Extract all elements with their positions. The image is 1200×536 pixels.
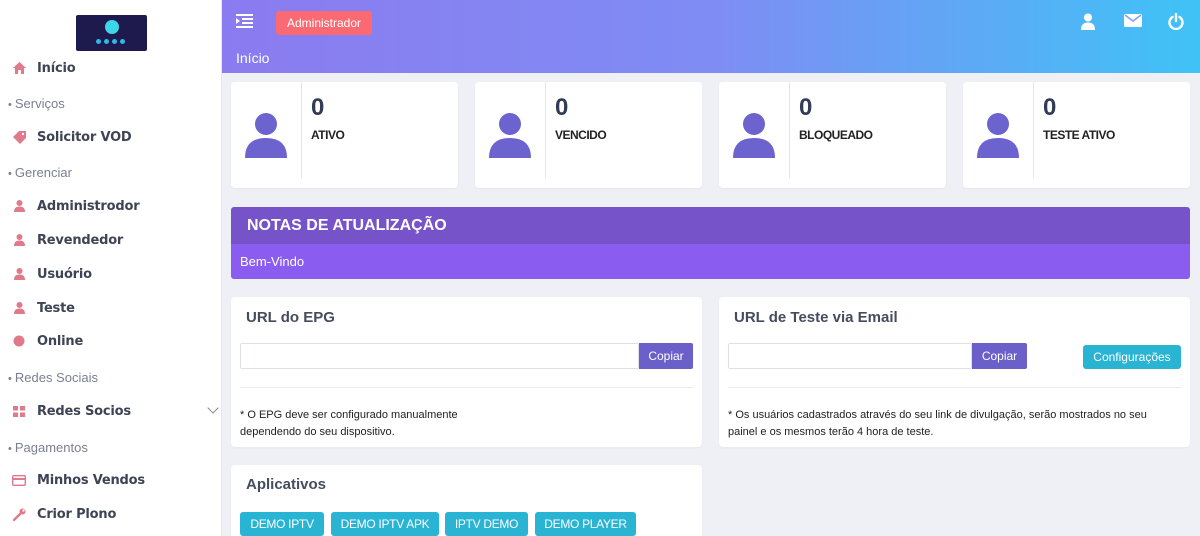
user-icon [12, 233, 26, 247]
chevron-down-icon[interactable] [207, 402, 219, 414]
sidebar-item-label: Solicitor VOD [37, 129, 132, 145]
note-line: * O EPG deve ser configurado manualmente [240, 409, 458, 421]
stat-value: 0 [799, 94, 813, 121]
breadcrumb: Início [236, 50, 270, 66]
sidebar-item-label: Administrodor [37, 198, 140, 214]
stat-card-ativo: 0 ATIVO [231, 82, 458, 188]
sidebar-item-administrador[interactable]: Administrodor [12, 194, 140, 218]
wrench-icon [12, 507, 26, 521]
stat-value: 0 [311, 94, 325, 121]
sidebar-item-label: Online [37, 333, 84, 349]
copy-email-url-button[interactable]: Copiar [972, 343, 1027, 369]
user-icon [12, 199, 26, 213]
sidebar-item-label: Minhos Vendos [37, 472, 145, 488]
user-profile-icon[interactable] [1080, 13, 1098, 31]
power-icon[interactable] [1168, 12, 1186, 31]
tag-icon [12, 130, 26, 144]
grid-icon [12, 404, 26, 418]
circle-icon [12, 334, 26, 348]
update-notes-body: Bem-Vindo [231, 244, 1190, 279]
user-icon [12, 267, 26, 281]
mail-icon[interactable] [1124, 13, 1142, 31]
stat-label: BLOQUEADO [799, 128, 873, 142]
stat-label: TESTE ATIVO [1043, 128, 1115, 142]
note-line: * Os usuários cadastrados através do seu… [728, 409, 1147, 421]
sidebar-item-label: Teste [37, 300, 75, 316]
sidebar-section-pagamentos: Pagamentos [8, 440, 88, 455]
sidebar-item-redes-sociais[interactable]: Redes Socios [12, 399, 219, 423]
stat-label: VENCIDO [555, 128, 607, 142]
epg-note: * O EPG deve ser configurado manualmente… [240, 407, 458, 441]
epg-url-input[interactable] [240, 343, 639, 369]
sidebar: Início Serviços Solicitor VOD Gerenciar … [0, 0, 222, 536]
demo-iptv-button[interactable]: DEMO IPTV [240, 512, 324, 536]
configuracoes-button[interactable]: Configurações [1083, 345, 1181, 369]
administrador-button[interactable]: Administrador [276, 11, 372, 35]
card-title: URL de Teste via Email [734, 309, 898, 326]
sidebar-section-redes-sociais: Redes Sociais [8, 370, 98, 385]
user-avatar-icon [489, 112, 531, 158]
email-test-url-card: URL de Teste via Email Copiar Configuraç… [719, 297, 1190, 447]
sidebar-item-inicio[interactable]: Início [12, 56, 76, 80]
sidebar-item-revendedor[interactable]: Revendedor [12, 228, 123, 252]
email-test-note: * Os usuários cadastrados através do seu… [728, 407, 1147, 441]
epg-url-card: URL do EPG Copiar * O EPG deve ser confi… [231, 297, 702, 447]
copy-epg-button[interactable]: Copiar [639, 343, 693, 369]
sidebar-item-solicitar-vod[interactable]: Solicitor VOD [12, 125, 132, 149]
sidebar-section-servicos: Serviços [8, 96, 65, 111]
stat-card-vencido: 0 VENCIDO [475, 82, 702, 188]
sidebar-item-label: Redes Socios [37, 403, 131, 419]
top-header: Administrador Início [222, 0, 1200, 73]
update-notes-panel: NOTAS DE ATUALIZAÇÃO Bem-Vindo [231, 207, 1190, 279]
sidebar-item-usuario[interactable]: Usuório [12, 262, 92, 286]
sidebar-item-minhas-vendas[interactable]: Minhos Vendos [12, 468, 145, 492]
sidebar-item-teste[interactable]: Teste [12, 296, 75, 320]
user-avatar-icon [977, 112, 1019, 158]
card-title: Aplicativos [246, 476, 327, 493]
demo-player-button[interactable]: DEMO PLAYER [535, 512, 636, 536]
note-line: dependendo do seu dispositivo. [240, 426, 395, 438]
demo-iptv-apk-button[interactable]: DEMO IPTV APK [331, 512, 439, 536]
sidebar-item-online[interactable]: Online [12, 329, 83, 353]
stat-card-bloqueado: 0 BLOQUEADO [719, 82, 946, 188]
app-logo[interactable] [76, 15, 147, 51]
home-icon [12, 61, 26, 75]
user-icon [12, 301, 26, 315]
stat-card-teste-ativo: 0 TESTE ATIVO [963, 82, 1190, 188]
stat-label: ATIVO [311, 128, 345, 142]
sidebar-item-label: Crior Plono [37, 506, 117, 522]
email-test-url-input[interactable] [728, 343, 972, 369]
apps-card: Aplicativos DEMO IPTV DEMO IPTV APK IPTV… [231, 465, 702, 536]
card-title: URL do EPG [246, 309, 335, 326]
note-line: painel e os mesmos terão 4 hora de teste… [728, 426, 934, 438]
sidebar-item-label: Início [37, 60, 76, 76]
stat-value: 0 [1043, 94, 1057, 121]
sidebar-section-gerenciar: Gerenciar [8, 165, 72, 180]
stat-value: 0 [555, 94, 569, 121]
iptv-demo-button[interactable]: IPTV DEMO [445, 512, 528, 536]
sidebar-item-label: Usuório [37, 266, 92, 282]
sidebar-item-label: Revendedor [37, 232, 124, 248]
menu-toggle-icon[interactable] [236, 14, 253, 28]
sidebar-item-criar-plano[interactable]: Crior Plono [12, 502, 116, 526]
credit-card-icon [12, 473, 26, 487]
user-avatar-icon [733, 112, 775, 158]
user-avatar-icon [245, 112, 287, 158]
update-notes-title: NOTAS DE ATUALIZAÇÃO [231, 207, 1190, 244]
